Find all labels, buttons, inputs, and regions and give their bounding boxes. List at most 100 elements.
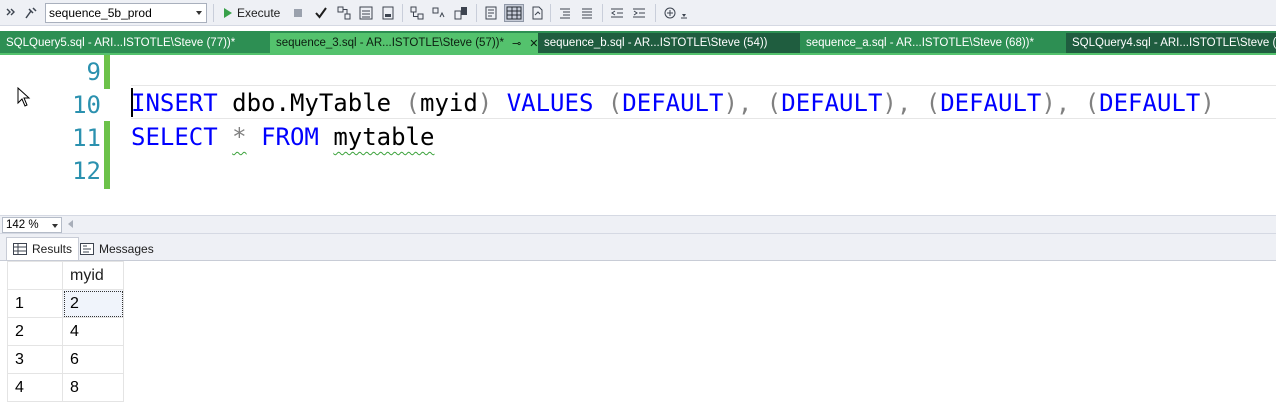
query-options-icon[interactable]: [357, 4, 375, 22]
row-number[interactable]: 3: [7, 345, 63, 374]
execute-label: Execute: [237, 6, 281, 20]
tab-messages[interactable]: Messages: [74, 237, 160, 260]
tab-sqlquery4[interactable]: SQLQuery4.sql - ARI...ISTOTLE\Steve (5: [1066, 33, 1276, 53]
scroll-left-icon[interactable]: [68, 220, 73, 228]
grid-header-row: myid: [7, 261, 124, 290]
results-to-file-icon[interactable]: [528, 4, 546, 22]
tab-sequence-a[interactable]: sequence_a.sql - AR...ISTOTLE\Steve (68)…: [800, 33, 1066, 53]
chevron-down-icon: [196, 11, 202, 15]
tab-label: sequence_b.sql - AR...ISTOTLE\Steve (54)…: [544, 37, 768, 49]
text-caret: [131, 88, 133, 117]
row-number[interactable]: 4: [7, 373, 63, 402]
play-icon: [224, 8, 232, 18]
actual-plan-icon[interactable]: [408, 4, 426, 22]
toolbar-separator: [213, 4, 214, 22]
paren: (: [607, 89, 623, 117]
database-select-value: sequence_5b_prod: [49, 6, 152, 20]
tab-label: sequence_a.sql - AR...ISTOTLE\Steve (68)…: [806, 37, 1034, 49]
toolbar-separator: [602, 4, 603, 22]
line-number: 9: [86, 58, 101, 86]
column-header-myid[interactable]: myid: [62, 261, 124, 290]
row-number[interactable]: 2: [7, 317, 63, 346]
toolbar-separator: [402, 4, 403, 22]
results-to-grid-icon[interactable]: [504, 4, 524, 22]
keyword: DEFAULT: [781, 89, 883, 117]
tab-label: SQLQuery4.sql - ARI...ISTOTLE\Steve (5: [1072, 37, 1276, 49]
table-row: 1 2: [7, 289, 124, 318]
execute-button[interactable]: Execute: [220, 3, 284, 23]
table-row: 3 6: [7, 345, 124, 374]
specify-values-icon[interactable]: [661, 4, 691, 22]
tab-results[interactable]: Results: [6, 237, 80, 260]
toolbar-overflow-icon[interactable]: [3, 4, 19, 22]
grid-cell[interactable]: 8: [62, 373, 124, 402]
paren: ), (: [1041, 89, 1100, 117]
grid-cell[interactable]: 4: [62, 317, 124, 346]
table-row: 4 8: [7, 373, 124, 402]
line-number: 12: [72, 157, 101, 185]
toolbar: sequence_5b_prod Execute: [0, 0, 1276, 26]
line-number: 10: [72, 91, 101, 119]
stop-icon[interactable]: [290, 4, 306, 22]
estimated-plan-icon[interactable]: [335, 4, 353, 22]
keyword: FROM: [261, 123, 319, 151]
line-number: 11: [72, 124, 101, 152]
database-select[interactable]: sequence_5b_prod: [45, 3, 207, 23]
grid-cell[interactable]: 2: [62, 289, 124, 318]
table-name: mytable: [333, 123, 435, 151]
mouse-pointer-icon: [17, 86, 31, 110]
keyword: INSERT: [131, 89, 218, 117]
zoom-value: 142 %: [6, 219, 39, 231]
keyword: SELECT: [131, 123, 218, 151]
object-name: dbo.MyTable: [217, 89, 406, 117]
paren: (: [405, 89, 420, 117]
tab-label: sequence_3.sql - AR...ISTOTLE\Steve (57)…: [276, 37, 504, 49]
messages-icon: [80, 242, 94, 255]
uncomment-lines-icon[interactable]: [578, 4, 596, 22]
grid-cell[interactable]: 6: [62, 345, 124, 374]
tab-results-label: Results: [32, 242, 73, 256]
results-to-text-icon[interactable]: [482, 4, 500, 22]
toolbar-separator: [476, 4, 477, 22]
query-editor[interactable]: 9 10 11 12 INSERT dbo.MyTable (myid) VAL…: [0, 55, 1276, 215]
editor-status-bar: 142 %: [0, 215, 1276, 234]
decrease-indent-icon[interactable]: [608, 4, 626, 22]
row-number[interactable]: 1: [7, 289, 63, 318]
paren: ), (: [723, 89, 782, 117]
tab-label: SQLQuery5.sql - ARI...ISTOTLE\Steve (77)…: [6, 37, 236, 49]
keyword: VALUES: [492, 89, 608, 117]
toolbar-separator: [550, 4, 551, 22]
paren: ): [1200, 89, 1215, 117]
paren: ), (: [882, 89, 941, 117]
column-name: myid: [420, 89, 478, 117]
table-row: 2 4: [7, 317, 124, 346]
paren: ): [477, 89, 493, 117]
star: *: [232, 123, 247, 151]
client-stats-icon[interactable]: [452, 4, 470, 22]
chevron-down-icon: [52, 224, 58, 228]
live-stats-icon[interactable]: [430, 4, 448, 22]
change-marker: [104, 55, 110, 89]
tab-sequence-b[interactable]: sequence_b.sql - AR...ISTOTLE\Steve (54)…: [538, 33, 800, 53]
code-line-11: SELECT * FROM mytable: [131, 120, 434, 154]
increase-indent-icon[interactable]: [630, 4, 648, 22]
parse-check-icon[interactable]: [313, 4, 329, 22]
document-tab-strip: SQLQuery5.sql - ARI...ISTOTLE\Steve (77)…: [0, 33, 1276, 53]
close-icon[interactable]: ✕: [529, 37, 538, 50]
tab-messages-label: Messages: [99, 241, 154, 256]
keyword: DEFAULT: [1099, 89, 1201, 117]
results-grid: myid 1 2 2 4 3 6 4 8: [7, 261, 124, 402]
row-number-header[interactable]: [7, 261, 63, 290]
comment-lines-icon[interactable]: [556, 4, 574, 22]
results-tab-strip: Results Messages: [0, 234, 1276, 260]
results-grid-area: myid 1 2 2 4 3 6 4 8: [0, 260, 1276, 417]
code-line-10: INSERT dbo.MyTable (myid) VALUES (DEFAUL…: [131, 86, 1215, 120]
connect-icon[interactable]: [22, 4, 40, 22]
pin-icon[interactable]: ⊸: [512, 37, 521, 50]
keyword: DEFAULT: [940, 89, 1042, 117]
intellisense-icon[interactable]: [379, 4, 397, 22]
tab-sequence-3[interactable]: sequence_3.sql - AR...ISTOTLE\Steve (57)…: [270, 33, 538, 53]
zoom-select[interactable]: 142 %: [2, 217, 62, 233]
tab-sqlquery5[interactable]: SQLQuery5.sql - ARI...ISTOTLE\Steve (77)…: [0, 33, 270, 53]
change-marker: [104, 121, 110, 189]
